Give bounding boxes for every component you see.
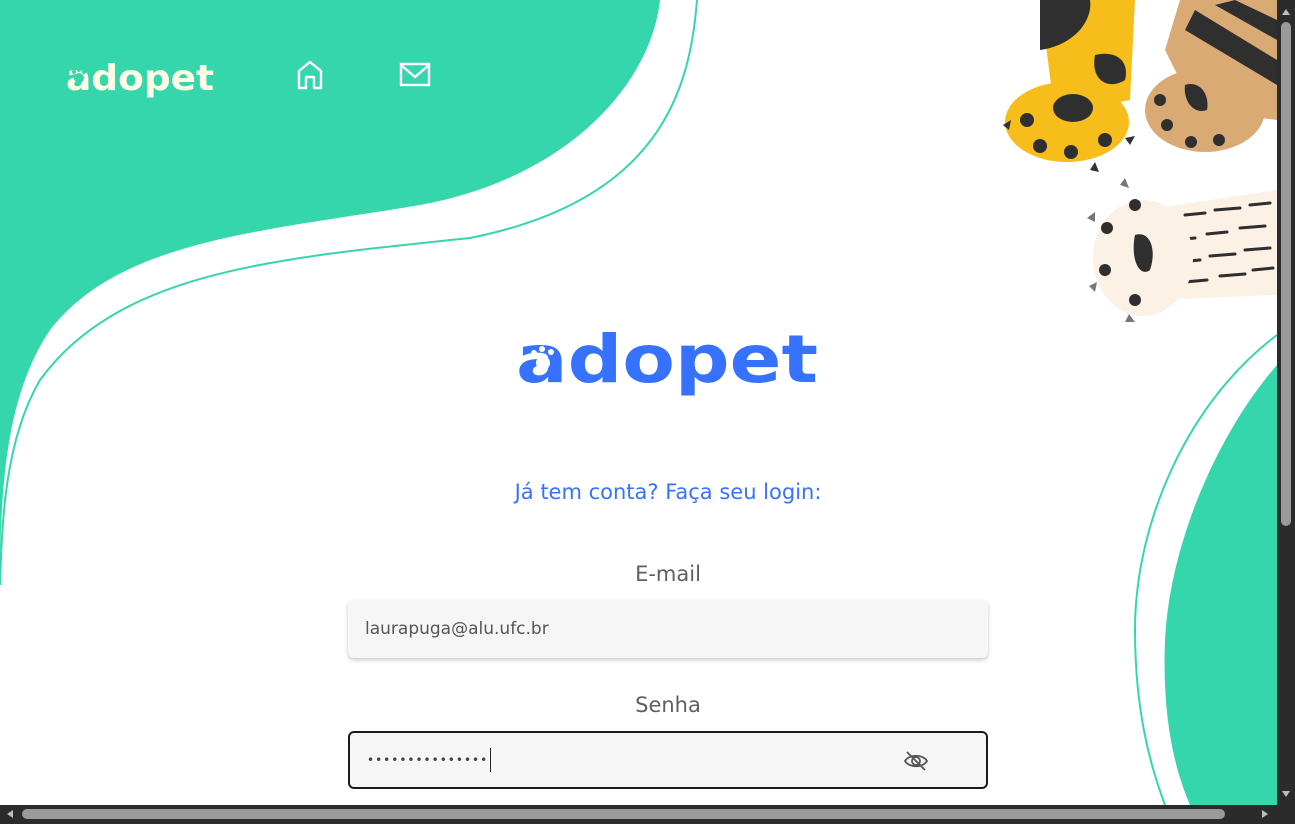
email-label: E-mail [635,562,701,586]
nav-logo[interactable]: adopet [66,56,216,100]
home-icon[interactable] [293,58,327,92]
white-paw-icon [1087,178,1277,322]
vertical-scrollbar-thumb[interactable] [1281,22,1291,526]
main-logo: adopet [516,321,818,398]
yellow-paw-icon [1003,0,1135,172]
email-value: laurapuga@alu.ufc.br [365,619,549,639]
scroll-down-arrow-icon[interactable] [1282,791,1290,797]
scroll-up-arrow-icon[interactable] [1282,9,1290,15]
svg-text:adopet: adopet [516,321,818,398]
scroll-left-arrow-icon[interactable] [7,810,13,818]
tabby-paw-icon [1145,0,1277,152]
bottom-right-green-blob [1164,365,1277,805]
eye-off-icon[interactable] [903,748,929,774]
text-caret [490,748,492,772]
email-field[interactable]: laurapuga@alu.ufc.br [348,600,988,658]
mail-icon[interactable] [398,58,432,92]
scroll-right-arrow-icon[interactable] [1262,810,1268,818]
svg-text:adopet: adopet [66,58,214,99]
password-field[interactable]: ••••••••••••••• [348,731,988,789]
password-label: Senha [635,693,701,717]
login-tagline: Já tem conta? Faça seu login: [514,480,822,504]
page: adopet adopet Já tem conta? Faça seu log… [0,0,1277,805]
password-value: ••••••••••••••• [367,753,489,767]
horizontal-scrollbar-thumb[interactable] [22,809,1225,819]
cat-paws-illustration [1003,0,1277,322]
